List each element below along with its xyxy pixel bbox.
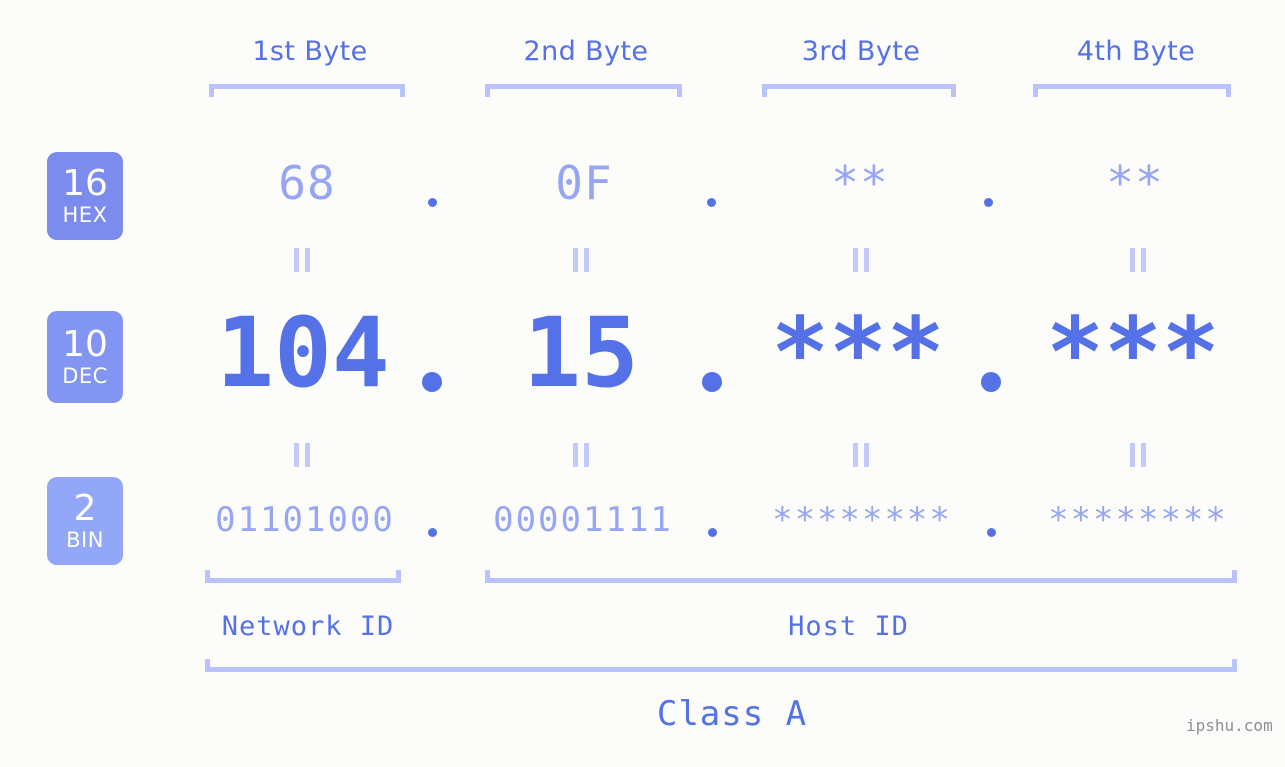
byte-header-2: 2nd Byte xyxy=(523,36,649,67)
hex-byte-1: 68 xyxy=(278,156,336,210)
dec-byte-1: 104 xyxy=(216,297,390,409)
bin-separator-dot-2 xyxy=(708,528,717,537)
watermark: ipshu.com xyxy=(1186,716,1273,735)
base-badge-bin-name: BIN xyxy=(66,528,104,552)
dec-separator-dot-1 xyxy=(422,372,442,392)
bin-separator-dot-1 xyxy=(428,528,437,537)
base-badge-bin: 2 BIN xyxy=(47,477,123,565)
equals-marker-dec-bin-4 xyxy=(1130,443,1146,467)
ip-address-breakdown-diagram: 1st Byte 2nd Byte 3rd Byte 4th Byte 16 H… xyxy=(0,0,1285,767)
base-badge-dec-number: 10 xyxy=(62,324,108,365)
network-id-bracket xyxy=(205,570,401,583)
equals-marker-hex-dec-2 xyxy=(573,248,589,272)
base-badge-hex-name: HEX xyxy=(62,203,108,227)
bin-separator-dot-3 xyxy=(987,528,996,537)
dec-byte-3: *** xyxy=(771,297,945,409)
hex-separator-dot-3 xyxy=(984,198,993,207)
dec-byte-2: 15 xyxy=(523,297,639,409)
byte-header-3: 3rd Byte xyxy=(801,36,921,67)
byte-header-4: 4th Byte xyxy=(1076,36,1196,67)
class-label: Class A xyxy=(656,694,808,734)
bin-byte-4: ******** xyxy=(1048,500,1228,540)
equals-marker-dec-bin-2 xyxy=(573,443,589,467)
equals-marker-dec-bin-1 xyxy=(294,443,310,467)
equals-marker-hex-dec-4 xyxy=(1130,248,1146,272)
hex-separator-dot-1 xyxy=(428,198,437,207)
bin-byte-3: ******** xyxy=(772,500,952,540)
dec-separator-dot-2 xyxy=(702,372,722,392)
base-badge-hex-number: 16 xyxy=(62,163,108,204)
host-id-label: Host ID xyxy=(788,611,909,642)
bin-byte-1: 01101000 xyxy=(215,500,395,540)
byte-bracket-3 xyxy=(762,84,956,97)
class-bracket xyxy=(205,659,1237,672)
hex-byte-2: 0F xyxy=(555,156,613,210)
hex-byte-3: ** xyxy=(831,156,889,210)
dec-separator-dot-3 xyxy=(981,372,1001,392)
dec-byte-4: *** xyxy=(1046,297,1220,409)
base-badge-bin-number: 2 xyxy=(73,488,97,529)
base-badge-dec-name: DEC xyxy=(62,364,108,388)
hex-byte-4: ** xyxy=(1106,156,1164,210)
hex-separator-dot-2 xyxy=(707,198,716,207)
host-id-bracket xyxy=(485,570,1237,583)
network-id-label: Network ID xyxy=(221,611,395,642)
bin-byte-2: 00001111 xyxy=(493,500,673,540)
byte-header-1: 1st Byte xyxy=(252,36,368,67)
equals-marker-dec-bin-3 xyxy=(853,443,869,467)
equals-marker-hex-dec-1 xyxy=(294,248,310,272)
equals-marker-hex-dec-3 xyxy=(853,248,869,272)
byte-bracket-4 xyxy=(1033,84,1231,97)
base-badge-dec: 10 DEC xyxy=(47,311,123,403)
byte-bracket-2 xyxy=(485,84,682,97)
byte-bracket-1 xyxy=(209,84,405,97)
base-badge-hex: 16 HEX xyxy=(47,152,123,240)
